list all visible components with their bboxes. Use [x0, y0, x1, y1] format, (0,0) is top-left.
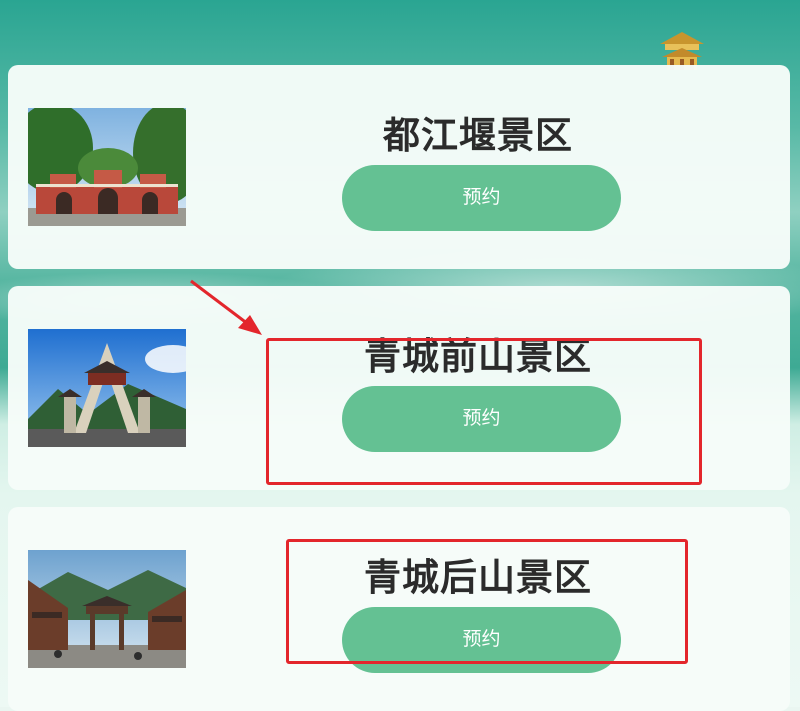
scenic-title: 都江堰景区: [383, 114, 573, 157]
scenic-photo: [28, 108, 186, 226]
scenic-photo: [28, 329, 186, 447]
pavilion-icon: [660, 32, 704, 70]
scenic-photo: [28, 550, 186, 668]
scenic-card-dujiangyan[interactable]: 都江堰景区 预约: [8, 65, 790, 269]
highlight-box-front: [266, 338, 702, 485]
qingcheng-back-street-photo-icon: [28, 550, 186, 668]
reserve-button[interactable]: 预约: [342, 165, 621, 231]
qingcheng-front-gate-photo-icon: [28, 329, 186, 447]
highlight-box-back: [286, 539, 688, 664]
dujiangyan-gate-photo-icon: [28, 108, 186, 226]
